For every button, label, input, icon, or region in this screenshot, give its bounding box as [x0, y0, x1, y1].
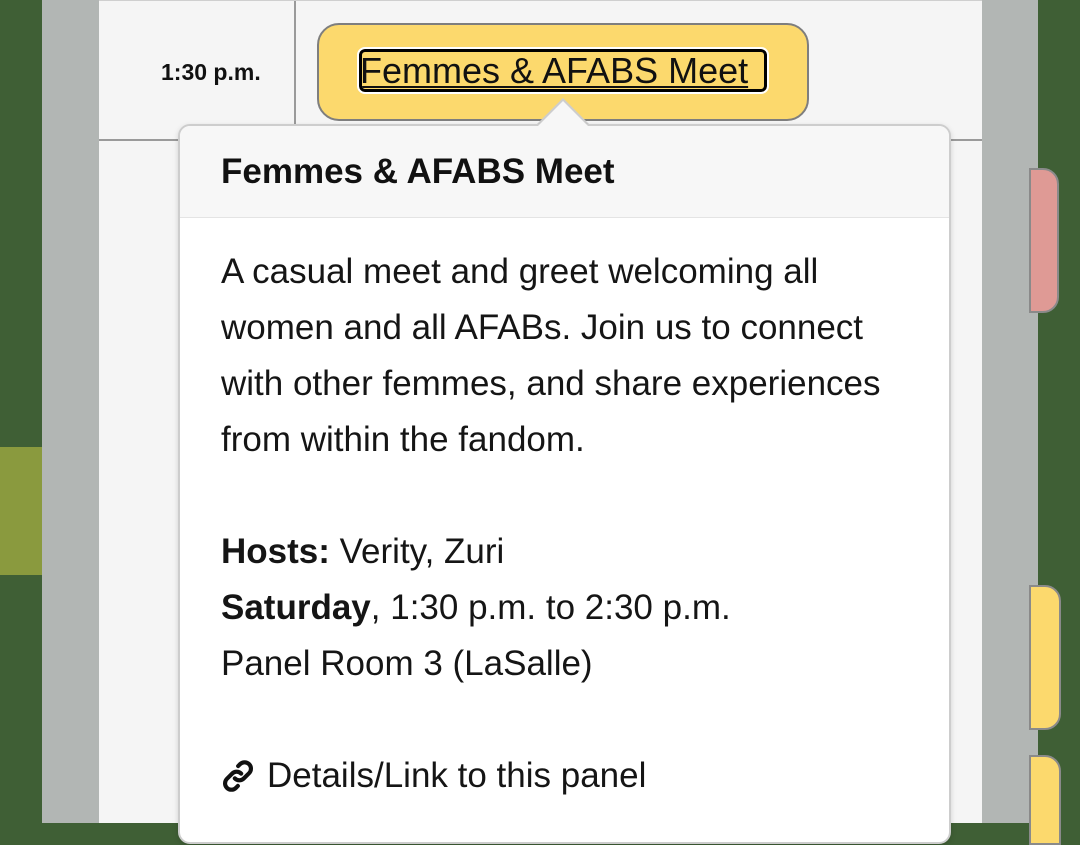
event-chip-partial[interactable] — [1029, 168, 1059, 313]
event-description: A casual meet and greet welcoming all wo… — [221, 252, 881, 459]
time-slot-label: 1:30 p.m. — [161, 59, 261, 85]
time-column-divider — [294, 1, 296, 142]
hosts-label: Hosts: — [221, 532, 330, 571]
time-range: , 1:30 p.m. to 2:30 p.m. — [370, 588, 731, 627]
schedule-line: Saturday, 1:30 p.m. to 2:30 p.m. — [221, 580, 921, 636]
hosts-value: Verity, Zuri — [339, 532, 505, 571]
details-link-text[interactable]: Details/Link to this panel — [267, 748, 646, 804]
left-track-marker — [0, 447, 42, 575]
room-line: Panel Room 3 (LaSalle) — [221, 644, 593, 683]
left-gutter — [42, 0, 99, 823]
popover-header: Femmes & AFABS Meet — [180, 126, 949, 218]
event-meta: Hosts: Verity, Zuri Saturday, 1:30 p.m. … — [221, 524, 921, 692]
link-icon — [223, 760, 253, 792]
event-chip-link[interactable]: Femmes & AFABS Meet — [357, 47, 769, 94]
popover-title: Femmes & AFABS Meet — [221, 152, 615, 191]
event-chip-partial[interactable] — [1029, 585, 1061, 730]
event-chip-partial[interactable] — [1029, 755, 1061, 845]
popover-arrow-fill — [537, 101, 589, 127]
details-link[interactable]: Details/Link to this panel — [221, 748, 921, 804]
event-popover: Femmes & AFABS Meet A casual meet and gr… — [178, 124, 951, 844]
popover-body: A casual meet and greet welcoming all wo… — [221, 244, 921, 804]
hosts-line: Hosts: Verity, Zuri — [221, 524, 921, 580]
day-label: Saturday — [221, 588, 371, 627]
